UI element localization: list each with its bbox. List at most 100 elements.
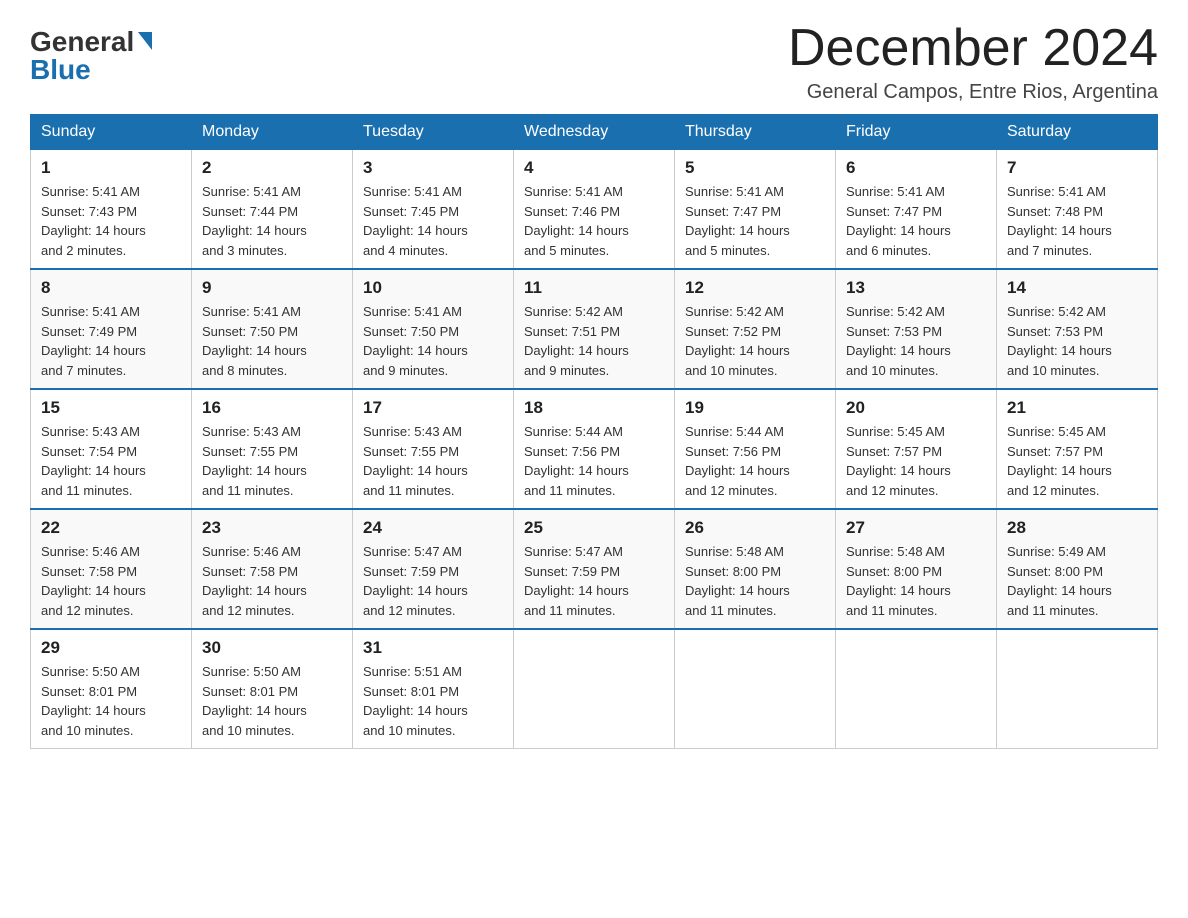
day-number: 29 bbox=[41, 638, 181, 658]
day-number: 9 bbox=[202, 278, 342, 298]
calendar-week-row: 22Sunrise: 5:46 AMSunset: 7:58 PMDayligh… bbox=[31, 509, 1158, 629]
day-info: Sunrise: 5:41 AMSunset: 7:48 PMDaylight:… bbox=[1007, 182, 1147, 260]
calendar-cell: 8 Sunrise: 5:41 AMSunset: 7:49 PMDaylight… bbox=[31, 269, 192, 389]
calendar-cell: 3 Sunrise: 5:41 AMSunset: 7:45 PMDaylight… bbox=[353, 150, 514, 270]
calendar-cell: 5Sunrise: 5:41 AMSunset: 7:47 PMDaylight… bbox=[675, 150, 836, 270]
day-info: Sunrise: 5:43 AMSunset: 7:55 PMDaylight:… bbox=[202, 422, 342, 500]
day-info: Sunrise: 5:41 AMSunset: 7:47 PMDaylight:… bbox=[846, 182, 986, 260]
calendar-cell bbox=[675, 629, 836, 749]
day-number: 25 bbox=[524, 518, 664, 538]
day-number: 19 bbox=[685, 398, 825, 418]
day-info: Sunrise: 5:45 AMSunset: 7:57 PMDaylight:… bbox=[1007, 422, 1147, 500]
calendar-header-row: SundayMondayTuesdayWednesdayThursdayFrid… bbox=[31, 115, 1158, 150]
day-info: Sunrise: 5:41 AMSunset: 7:43 PMDaylight:… bbox=[41, 182, 181, 260]
calendar-cell: 19Sunrise: 5:44 AMSunset: 7:56 PMDayligh… bbox=[675, 389, 836, 509]
day-info: Sunrise: 5:45 AMSunset: 7:57 PMDaylight:… bbox=[846, 422, 986, 500]
calendar-cell: 17 Sunrise: 5:43 AMSunset: 7:55 PMDayligh… bbox=[353, 389, 514, 509]
calendar-cell: 21 Sunrise: 5:45 AMSunset: 7:57 PMDayligh… bbox=[997, 389, 1158, 509]
day-number: 15 bbox=[41, 398, 181, 418]
header-sunday: Sunday bbox=[31, 115, 192, 150]
calendar-cell: 1 Sunrise: 5:41 AMSunset: 7:43 PMDaylight… bbox=[31, 150, 192, 270]
header-monday: Monday bbox=[192, 115, 353, 150]
calendar-cell bbox=[836, 629, 997, 749]
calendar-cell: 16 Sunrise: 5:43 AMSunset: 7:55 PMDayligh… bbox=[192, 389, 353, 509]
day-number: 2 bbox=[202, 158, 342, 178]
title-section: December 2024 General Campos, Entre Rios… bbox=[788, 20, 1158, 104]
day-number: 23 bbox=[202, 518, 342, 538]
day-number: 13 bbox=[846, 278, 986, 298]
day-number: 4 bbox=[524, 158, 664, 178]
day-number: 10 bbox=[363, 278, 503, 298]
day-number: 14 bbox=[1007, 278, 1147, 298]
location-title: General Campos, Entre Rios, Argentina bbox=[788, 81, 1158, 104]
header-tuesday: Tuesday bbox=[353, 115, 514, 150]
calendar-week-row: 29 Sunrise: 5:50 AMSunset: 8:01 PMDayligh… bbox=[31, 629, 1158, 749]
day-number: 12 bbox=[685, 278, 825, 298]
calendar-cell: 15 Sunrise: 5:43 AMSunset: 7:54 PMDayligh… bbox=[31, 389, 192, 509]
day-number: 8 bbox=[41, 278, 181, 298]
day-info: Sunrise: 5:41 AMSunset: 7:50 PMDaylight:… bbox=[363, 302, 503, 380]
day-info: Sunrise: 5:42 AMSunset: 7:53 PMDaylight:… bbox=[1007, 302, 1147, 380]
calendar-week-row: 15 Sunrise: 5:43 AMSunset: 7:54 PMDayligh… bbox=[31, 389, 1158, 509]
day-info: Sunrise: 5:42 AMSunset: 7:51 PMDaylight:… bbox=[524, 302, 664, 380]
day-info: Sunrise: 5:46 AMSunset: 7:58 PMDaylight:… bbox=[202, 542, 342, 620]
day-number: 7 bbox=[1007, 158, 1147, 178]
header-saturday: Saturday bbox=[997, 115, 1158, 150]
calendar-cell: 7 Sunrise: 5:41 AMSunset: 7:48 PMDaylight… bbox=[997, 150, 1158, 270]
calendar-cell: 9 Sunrise: 5:41 AMSunset: 7:50 PMDaylight… bbox=[192, 269, 353, 389]
day-info: Sunrise: 5:48 AMSunset: 8:00 PMDaylight:… bbox=[685, 542, 825, 620]
day-info: Sunrise: 5:43 AMSunset: 7:55 PMDaylight:… bbox=[363, 422, 503, 500]
day-number: 26 bbox=[685, 518, 825, 538]
calendar-cell: 12 Sunrise: 5:42 AMSunset: 7:52 PMDayligh… bbox=[675, 269, 836, 389]
calendar-cell: 27Sunrise: 5:48 AMSunset: 8:00 PMDayligh… bbox=[836, 509, 997, 629]
day-number: 18 bbox=[524, 398, 664, 418]
calendar-cell: 31 Sunrise: 5:51 AMSunset: 8:01 PMDayligh… bbox=[353, 629, 514, 749]
calendar-cell: 26 Sunrise: 5:48 AMSunset: 8:00 PMDayligh… bbox=[675, 509, 836, 629]
day-number: 20 bbox=[846, 398, 986, 418]
header-friday: Friday bbox=[836, 115, 997, 150]
day-info: Sunrise: 5:41 AMSunset: 7:45 PMDaylight:… bbox=[363, 182, 503, 260]
calendar-cell: 22Sunrise: 5:46 AMSunset: 7:58 PMDayligh… bbox=[31, 509, 192, 629]
calendar-cell: 13 Sunrise: 5:42 AMSunset: 7:53 PMDayligh… bbox=[836, 269, 997, 389]
calendar-table: SundayMondayTuesdayWednesdayThursdayFrid… bbox=[30, 114, 1158, 749]
logo-general: General bbox=[30, 28, 152, 56]
calendar-week-row: 8 Sunrise: 5:41 AMSunset: 7:49 PMDaylight… bbox=[31, 269, 1158, 389]
day-info: Sunrise: 5:49 AMSunset: 8:00 PMDaylight:… bbox=[1007, 542, 1147, 620]
day-info: Sunrise: 5:42 AMSunset: 7:53 PMDaylight:… bbox=[846, 302, 986, 380]
calendar-cell: 10 Sunrise: 5:41 AMSunset: 7:50 PMDayligh… bbox=[353, 269, 514, 389]
day-info: Sunrise: 5:51 AMSunset: 8:01 PMDaylight:… bbox=[363, 662, 503, 740]
day-number: 16 bbox=[202, 398, 342, 418]
logo: General Blue bbox=[30, 28, 152, 84]
calendar-cell: 6 Sunrise: 5:41 AMSunset: 7:47 PMDaylight… bbox=[836, 150, 997, 270]
day-info: Sunrise: 5:47 AMSunset: 7:59 PMDaylight:… bbox=[524, 542, 664, 620]
day-number: 31 bbox=[363, 638, 503, 658]
day-info: Sunrise: 5:47 AMSunset: 7:59 PMDaylight:… bbox=[363, 542, 503, 620]
calendar-cell: 29 Sunrise: 5:50 AMSunset: 8:01 PMDayligh… bbox=[31, 629, 192, 749]
day-info: Sunrise: 5:41 AMSunset: 7:49 PMDaylight:… bbox=[41, 302, 181, 380]
day-number: 21 bbox=[1007, 398, 1147, 418]
day-number: 11 bbox=[524, 278, 664, 298]
calendar-cell: 18Sunrise: 5:44 AMSunset: 7:56 PMDayligh… bbox=[514, 389, 675, 509]
header-wednesday: Wednesday bbox=[514, 115, 675, 150]
day-number: 30 bbox=[202, 638, 342, 658]
day-info: Sunrise: 5:41 AMSunset: 7:44 PMDaylight:… bbox=[202, 182, 342, 260]
calendar-cell: 30Sunrise: 5:50 AMSunset: 8:01 PMDayligh… bbox=[192, 629, 353, 749]
day-number: 27 bbox=[846, 518, 986, 538]
day-info: Sunrise: 5:43 AMSunset: 7:54 PMDaylight:… bbox=[41, 422, 181, 500]
day-info: Sunrise: 5:41 AMSunset: 7:50 PMDaylight:… bbox=[202, 302, 342, 380]
day-number: 17 bbox=[363, 398, 503, 418]
day-info: Sunrise: 5:41 AMSunset: 7:47 PMDaylight:… bbox=[685, 182, 825, 260]
calendar-week-row: 1 Sunrise: 5:41 AMSunset: 7:43 PMDaylight… bbox=[31, 150, 1158, 270]
calendar-cell: 28Sunrise: 5:49 AMSunset: 8:00 PMDayligh… bbox=[997, 509, 1158, 629]
day-number: 6 bbox=[846, 158, 986, 178]
calendar-cell bbox=[997, 629, 1158, 749]
day-number: 3 bbox=[363, 158, 503, 178]
calendar-cell: 2 Sunrise: 5:41 AMSunset: 7:44 PMDaylight… bbox=[192, 150, 353, 270]
day-info: Sunrise: 5:42 AMSunset: 7:52 PMDaylight:… bbox=[685, 302, 825, 380]
calendar-cell: 23 Sunrise: 5:46 AMSunset: 7:58 PMDayligh… bbox=[192, 509, 353, 629]
calendar-cell: 4Sunrise: 5:41 AMSunset: 7:46 PMDaylight… bbox=[514, 150, 675, 270]
day-info: Sunrise: 5:50 AMSunset: 8:01 PMDaylight:… bbox=[41, 662, 181, 740]
calendar-cell: 20 Sunrise: 5:45 AMSunset: 7:57 PMDayligh… bbox=[836, 389, 997, 509]
day-number: 1 bbox=[41, 158, 181, 178]
header-thursday: Thursday bbox=[675, 115, 836, 150]
